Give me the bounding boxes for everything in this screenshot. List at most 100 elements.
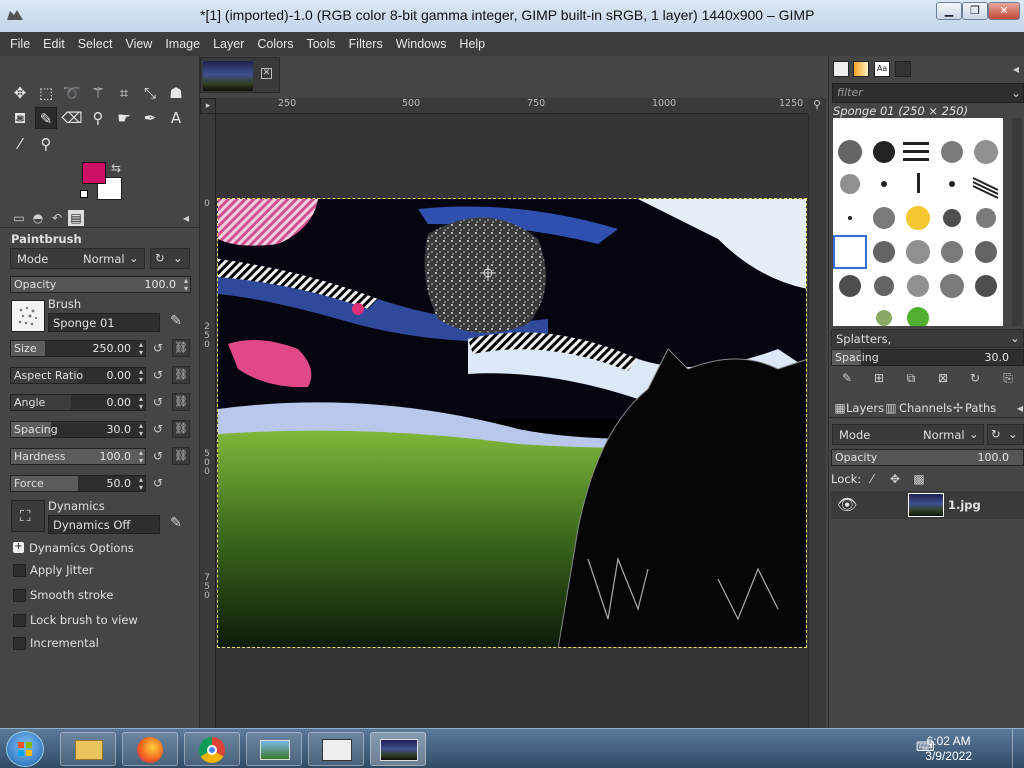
reset-angle-icon[interactable]: ↺: [150, 394, 166, 410]
menu-layer[interactable]: Layer: [213, 37, 244, 51]
eraser-tool-icon[interactable]: ⌫: [61, 107, 83, 129]
reset-aspect-icon[interactable]: ↺: [150, 367, 166, 383]
dynamics-name-field[interactable]: Dynamics Off: [48, 515, 160, 534]
menu-select[interactable]: Select: [78, 37, 113, 51]
spacing-chain-icon[interactable]: ⛓: [172, 420, 190, 438]
hardness-chain-icon[interactable]: ⛓: [172, 447, 190, 465]
spacing-slider[interactable]: Spacing 30.0 ▴ ▾: [10, 421, 146, 438]
start-button[interactable]: [6, 731, 44, 767]
taskbar-app-button[interactable]: [308, 732, 364, 766]
undo-history-tab-icon[interactable]: ↶: [49, 210, 65, 226]
smudge-tool-icon[interactable]: ☛: [113, 107, 135, 129]
layer-mode-reset[interactable]: ↻ ⌄: [987, 424, 1024, 445]
new-brush-icon[interactable]: ⊞: [871, 370, 887, 386]
quick-mask-icon[interactable]: ▸: [200, 98, 216, 114]
edit-dynamics-icon[interactable]: ✎: [168, 515, 184, 531]
clone-tool-icon[interactable]: ⚲: [87, 107, 109, 129]
paintbrush-tool-icon[interactable]: ✎: [35, 107, 57, 129]
brush-preview[interactable]: [11, 300, 45, 332]
zoom-tool-icon[interactable]: ⚲: [35, 133, 57, 155]
expand-plus-icon[interactable]: +: [13, 542, 24, 553]
layer-opacity-slider[interactable]: Opacity 100.0: [831, 449, 1024, 466]
menu-tools[interactable]: Tools: [306, 37, 335, 51]
layer-row[interactable]: 👁 1.jpg: [831, 491, 1024, 519]
brush-tag-field[interactable]: Splatters, ⌄: [831, 329, 1024, 348]
taskbar-photo-viewer-button[interactable]: [246, 732, 302, 766]
menu-colors[interactable]: Colors: [257, 37, 293, 51]
canvas-vertical-scrollbar[interactable]: [808, 114, 826, 728]
fuzzy-select-tool-icon[interactable]: ⚚: [87, 82, 109, 104]
dynamics-preview[interactable]: ⛶: [11, 500, 45, 532]
mode-reset-dropdown[interactable]: ↻ ⌄: [150, 248, 190, 269]
configure-tab-icon[interactable]: ◂: [178, 210, 194, 226]
text-tool-icon[interactable]: A: [165, 107, 187, 129]
close-tab-icon[interactable]: ✕: [261, 68, 272, 79]
brush-filter-input[interactable]: filter: [832, 83, 1024, 103]
edit-brush-icon[interactable]: ✎: [168, 313, 184, 329]
reset-force-icon[interactable]: ↺: [150, 475, 166, 491]
images-tab-icon[interactable]: ▤: [68, 210, 84, 226]
move-tool-icon[interactable]: ✥: [9, 82, 31, 104]
reset-spacing-icon[interactable]: ↺: [150, 421, 166, 437]
tab-paths[interactable]: Paths: [965, 401, 996, 415]
tab-channels[interactable]: Channels: [899, 401, 952, 415]
force-slider[interactable]: Force 50.0 ▴ ▾: [10, 475, 146, 492]
menu-view[interactable]: View: [125, 37, 152, 51]
duplicate-brush-icon[interactable]: ⧉: [903, 370, 919, 386]
crop-tool-icon[interactable]: ⌗: [113, 82, 135, 104]
device-status-tab-icon[interactable]: ◓: [30, 210, 46, 226]
aspect-ratio-slider[interactable]: Aspect Ratio 0.00 ▴ ▾: [10, 367, 146, 384]
configure-tab-icon[interactable]: ◂: [1008, 61, 1024, 77]
apply-jitter-checkbox[interactable]: [13, 564, 26, 577]
brush-name-field[interactable]: Sponge 01: [48, 313, 160, 332]
zoom-window-icon[interactable]: ⚲: [808, 98, 826, 114]
brushes-tab-icon[interactable]: [833, 61, 849, 77]
mode-dropdown[interactable]: Mode Normal ⌄: [10, 248, 145, 269]
paths-tool-icon[interactable]: ✒: [139, 107, 161, 129]
taskbar-chrome-button[interactable]: [184, 732, 240, 766]
image-tab[interactable]: ✕: [200, 57, 280, 93]
menu-image[interactable]: Image: [165, 37, 200, 51]
menu-edit[interactable]: Edit: [43, 37, 65, 51]
aspect-chain-icon[interactable]: ⛓: [172, 366, 190, 384]
smooth-stroke-checkbox[interactable]: [13, 589, 26, 602]
incremental-checkbox[interactable]: [13, 637, 26, 650]
taskbar-gimp-button[interactable]: [370, 732, 426, 766]
color-picker-tool-icon[interactable]: ⁄: [9, 133, 31, 155]
menu-file[interactable]: File: [10, 37, 30, 51]
dynamics-options-expander[interactable]: Dynamics Options: [29, 541, 134, 555]
image-canvas[interactable]: [217, 198, 807, 648]
reset-size-icon[interactable]: ↺: [150, 340, 166, 356]
eye-visibility-icon[interactable]: 👁: [837, 495, 857, 514]
fonts-tab-icon[interactable]: Aa: [874, 61, 890, 77]
tab-layers[interactable]: Layers: [846, 401, 884, 415]
rect-select-tool-icon[interactable]: ⬚: [35, 82, 57, 104]
angle-chain-icon[interactable]: ⛓: [172, 393, 190, 411]
system-clock[interactable]: 6:02 AM 3/9/2022: [925, 734, 972, 764]
default-colors-icon[interactable]: [80, 190, 88, 198]
angle-slider[interactable]: Angle 0.00 ▴ ▾: [10, 394, 146, 411]
tool-options-tab-icon[interactable]: ▭: [11, 210, 27, 226]
refresh-brushes-icon[interactable]: ↻: [967, 370, 983, 386]
taskbar-explorer-button[interactable]: [60, 732, 116, 766]
brush-grid[interactable]: [833, 118, 1003, 326]
taskbar-firefox-button[interactable]: [122, 732, 178, 766]
patterns-tab-icon[interactable]: [853, 61, 869, 77]
delete-brush-icon[interactable]: ⊠: [935, 370, 951, 386]
configure-tab-icon[interactable]: ◂: [1012, 400, 1024, 416]
menu-help[interactable]: Help: [459, 37, 485, 51]
menu-windows[interactable]: Windows: [396, 37, 447, 51]
reset-hardness-icon[interactable]: ↺: [150, 448, 166, 464]
menu-filters[interactable]: Filters: [349, 37, 383, 51]
bucket-fill-tool-icon[interactable]: ⛾: [9, 107, 31, 129]
swap-colors-icon[interactable]: ⇆: [108, 160, 124, 176]
foreground-color-swatch[interactable]: [82, 162, 106, 184]
transform-tool-icon[interactable]: ⤡: [139, 82, 161, 104]
lock-brush-checkbox[interactable]: [13, 614, 26, 627]
close-button[interactable]: ✕: [988, 2, 1020, 20]
document-history-tab-icon[interactable]: [895, 61, 911, 77]
layer-mode-dropdown[interactable]: Mode Normal ⌄: [832, 424, 984, 445]
size-slider[interactable]: Size 250.00 ▴ ▾: [10, 340, 146, 357]
maximize-button[interactable]: ❐: [962, 2, 988, 20]
lasso-tool-icon[interactable]: ➰: [61, 82, 83, 104]
